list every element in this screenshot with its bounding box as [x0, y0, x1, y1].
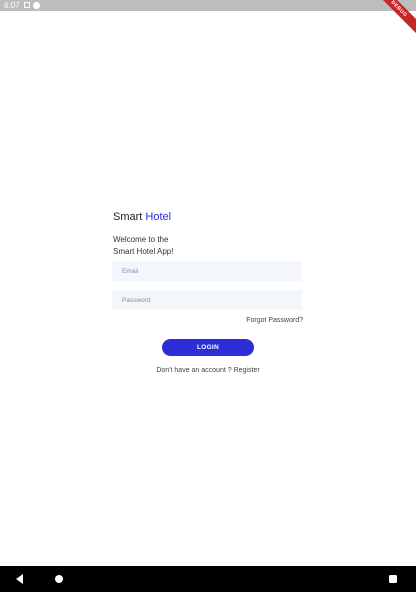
login-button[interactable]: LOGIN: [162, 339, 254, 356]
recents-icon[interactable]: [389, 575, 397, 583]
password-field[interactable]: [112, 290, 302, 310]
app-title-part2: Hotel: [145, 211, 172, 223]
app-title: Smart Hotel: [113, 211, 171, 223]
status-time: 6:07: [4, 1, 20, 10]
forgot-password-link[interactable]: Forgot Password?: [246, 317, 303, 324]
email-field[interactable]: [112, 261, 302, 281]
notification-icon: [33, 2, 40, 9]
welcome-line2: Smart Hotel App!: [113, 247, 174, 256]
navigation-bar: [0, 566, 416, 592]
home-icon[interactable]: [55, 575, 63, 583]
register-prompt: Don't have an account ?: [156, 367, 232, 374]
register-link[interactable]: Register: [234, 367, 260, 374]
welcome-text: Welcome to the Smart Hotel App!: [113, 234, 233, 258]
welcome-line1: Welcome to the: [113, 235, 169, 244]
status-bar: 6:07: [0, 0, 416, 11]
register-row: Don't have an account ? Register: [0, 367, 416, 374]
back-icon[interactable]: [16, 574, 23, 584]
sim-card-icon: [24, 2, 30, 8]
app-title-part1: Smart: [113, 211, 143, 223]
